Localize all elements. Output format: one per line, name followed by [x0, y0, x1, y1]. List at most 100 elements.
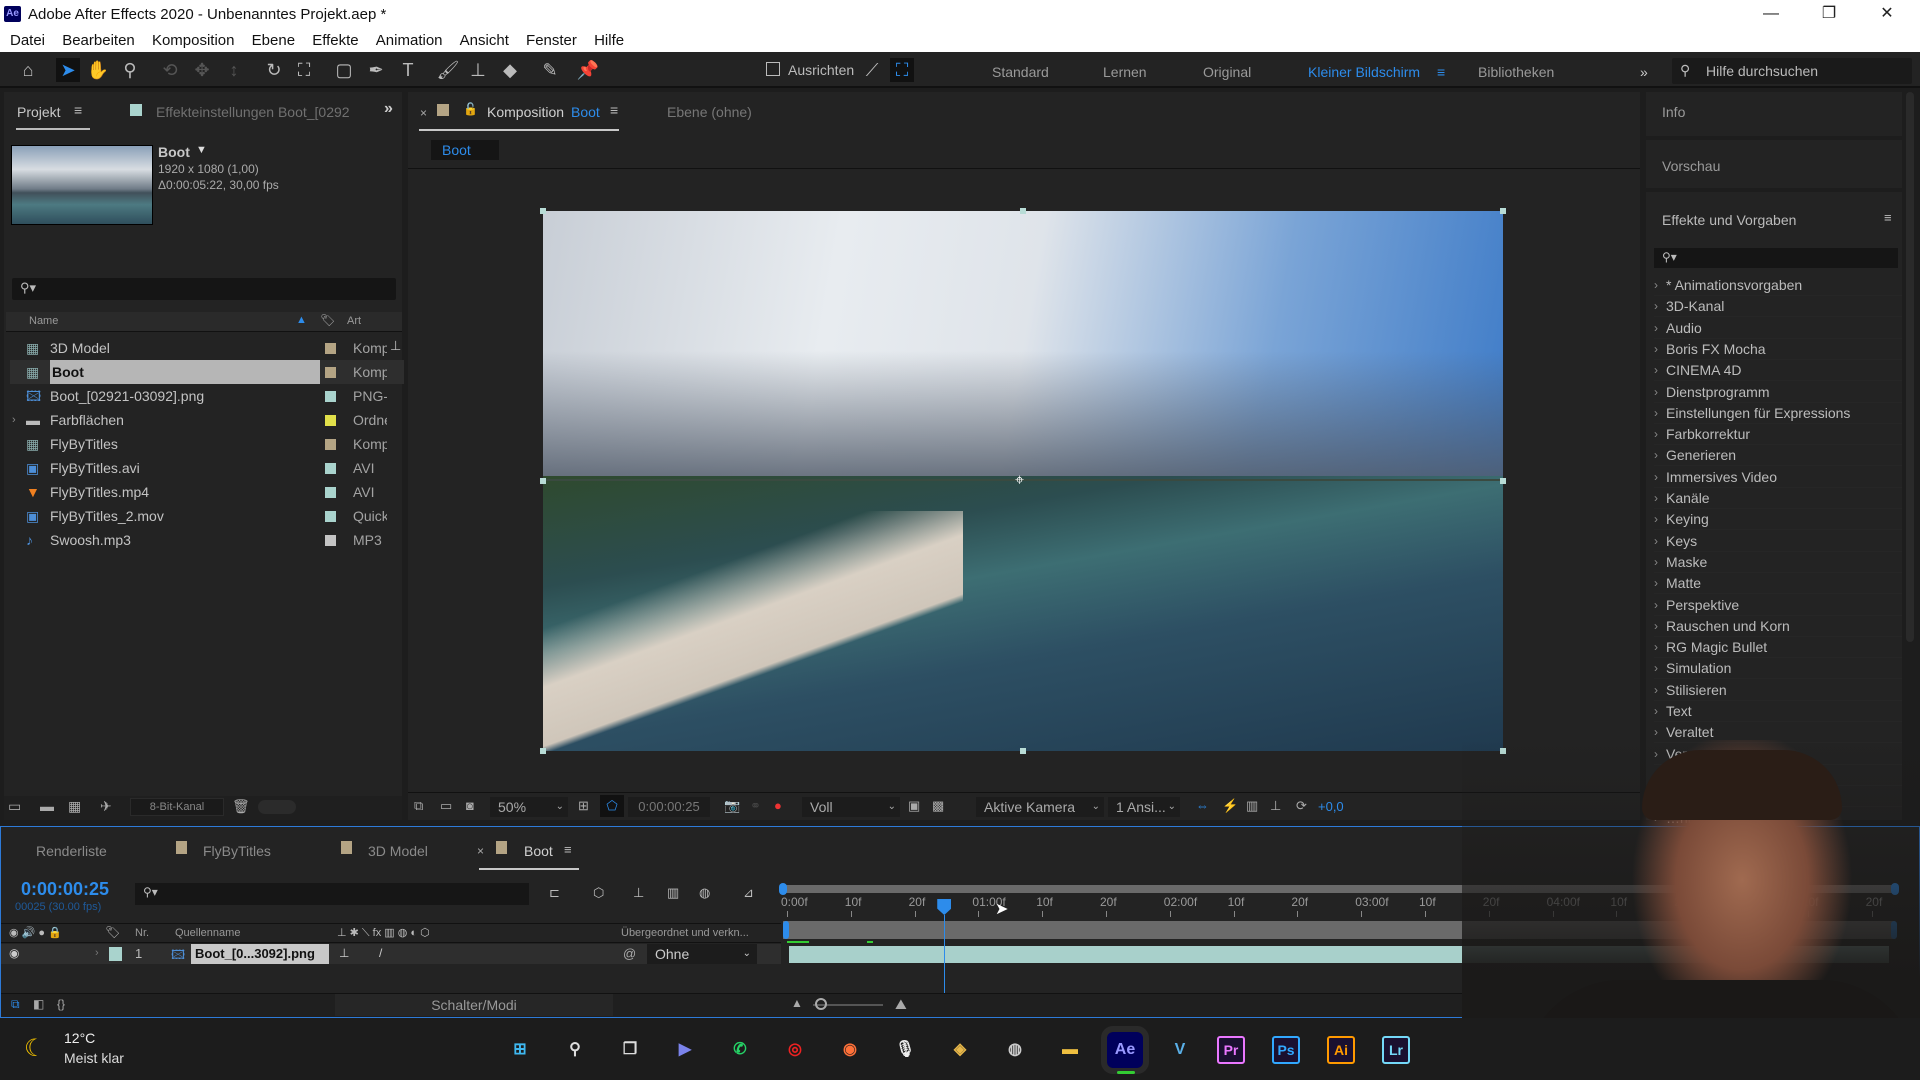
zoom-dropdown[interactable]: 50% ⌄	[490, 797, 568, 817]
menu-bearbeiten[interactable]: Bearbeiten	[52, 30, 135, 49]
image-tool-icon[interactable]: ◈	[942, 1032, 978, 1068]
eraser-icon[interactable]: ◆	[498, 58, 522, 82]
minimize-button[interactable]: —	[1748, 0, 1794, 30]
lock-icon[interactable]: 🔓	[463, 102, 478, 116]
pen-tool-icon[interactable]: ✒	[364, 58, 388, 82]
sort-ascending-icon[interactable]: ▲	[296, 314, 307, 326]
pick-whip-icon[interactable]: @	[623, 946, 636, 961]
av-switches-icons[interactable]: ◉ 🔊 ● 🔒	[9, 926, 62, 939]
red-app-icon[interactable]: ◎	[777, 1032, 813, 1068]
navigator-start-handle[interactable]	[779, 883, 787, 895]
zoom-out-icon[interactable]: ▲	[791, 996, 803, 1010]
teams-chat-icon[interactable]: ▶	[667, 1032, 703, 1068]
project-item[interactable]: ▣ FlyByTitles_2.mov QuickTime	[10, 504, 404, 528]
views-dropdown[interactable]: 1 Ansi... ⌄	[1108, 797, 1180, 817]
roto-brush-icon[interactable]: ✎	[538, 58, 562, 82]
bit-depth-button[interactable]: 8-Bit-Kanal	[130, 798, 224, 816]
effects-category[interactable]: › Audio	[1654, 318, 1902, 339]
fast-preview-icon[interactable]: ⚡	[1222, 798, 1238, 814]
rotate-tool-icon[interactable]: ↻	[262, 58, 286, 82]
effects-category[interactable]: › Generieren	[1654, 445, 1902, 467]
project-item[interactable]: ▦ Boot Komposition	[10, 360, 404, 384]
tab-komposition[interactable]: Komposition	[487, 104, 564, 120]
layer-switches-icons[interactable]: ⊥ ✱ ⟍ fx ▥ ◍ ◐ ⬡	[337, 926, 430, 940]
flowchart-icon[interactable]: ⊥	[1270, 798, 1281, 814]
panel-overflow-icon[interactable]: »	[384, 100, 393, 118]
snap-target-icon[interactable]: ⛶	[890, 58, 914, 82]
reset-exposure-icon[interactable]: ⟳	[1296, 798, 1307, 814]
menu-effekte[interactable]: Effekte	[302, 30, 358, 49]
effects-category[interactable]: › * Animationsvorgaben	[1654, 275, 1902, 296]
toggle-pixel-aspect-icon[interactable]: ⇔	[1196, 798, 1209, 813]
tab-3d-model[interactable]: 3D Model	[368, 843, 428, 859]
vr-icon[interactable]: ◙	[466, 798, 474, 813]
effects-scrollbar[interactable]	[1906, 92, 1914, 642]
file-explorer-icon[interactable]: ▬	[1052, 1032, 1088, 1068]
premiere-icon[interactable]: Pr	[1217, 1036, 1245, 1064]
zoom-in-icon[interactable]: ⛰	[895, 996, 907, 1013]
visibility-eye-icon[interactable]: ◉	[9, 946, 19, 960]
project-search-input[interactable]	[12, 278, 396, 300]
weather-moon-icon[interactable]: ☾	[24, 1034, 46, 1063]
menu-hilfe[interactable]: Hilfe	[584, 30, 624, 49]
effects-category[interactable]: › Keys	[1654, 531, 1902, 552]
help-search-input[interactable]: Hilfe durchsuchen	[1672, 58, 1912, 84]
search-icon[interactable]: ⚲	[557, 1032, 593, 1068]
label-color[interactable]	[325, 535, 336, 546]
workspace-original[interactable]: Original	[1203, 64, 1251, 80]
draft-3d-icon[interactable]: ⬡	[593, 885, 604, 901]
layer-row[interactable]: ◉ › 1 🖾 Boot_[0...3092].png ⊥ / @ Ohne ⌄	[1, 944, 781, 964]
label-tag-icon[interactable]: 🏷	[320, 313, 335, 327]
work-area-start[interactable]	[783, 921, 789, 939]
panel-menu-icon[interactable]: ≡	[564, 842, 572, 857]
panel-menu-icon[interactable]: ≡	[74, 102, 82, 118]
selection-tool-icon[interactable]: ➤	[56, 58, 80, 82]
effects-search-input[interactable]	[1654, 248, 1898, 268]
expand-arrow-icon[interactable]: ›	[95, 947, 99, 959]
obs-icon[interactable]: ◍	[997, 1032, 1033, 1068]
label-color[interactable]	[325, 511, 336, 522]
text-tool-icon[interactable]: T	[396, 58, 420, 82]
project-item[interactable]: ♪ Swoosh.mp3 MP3	[10, 528, 404, 552]
exposure-value[interactable]: +0,0	[1318, 799, 1344, 814]
graph-editor-icon[interactable]: ⊿	[743, 885, 754, 901]
microphone-icon[interactable]: 🎙	[887, 1032, 923, 1068]
anchor-point-icon[interactable]: ⌖	[1015, 472, 1024, 490]
tab-comp-name[interactable]: Boot	[571, 104, 600, 120]
rectangle-tool-icon[interactable]: ▢	[332, 58, 356, 82]
effects-category[interactable]: › Keying	[1654, 509, 1902, 531]
timeline-zoom-thumb[interactable]	[815, 998, 827, 1010]
clone-stamp-icon[interactable]: ⊥	[466, 58, 490, 82]
effects-category[interactable]: › Farbkorrektur	[1654, 424, 1902, 446]
anchor-point-tool-icon[interactable]: ⛶	[292, 58, 316, 82]
interpret-footage-icon[interactable]: ▭	[8, 798, 21, 815]
zoom-tool-icon[interactable]: ⚲	[118, 58, 142, 82]
menu-ebene[interactable]: Ebene	[242, 30, 295, 49]
current-time-field[interactable]: 0:00:00:25	[628, 797, 710, 817]
orbit-camera-icon[interactable]: ⟲	[158, 58, 182, 82]
windows-start-icon[interactable]: ⊞	[502, 1032, 538, 1068]
workspace-lernen[interactable]: Lernen	[1103, 64, 1147, 80]
close-button[interactable]: ✕	[1864, 0, 1910, 30]
preview-panel-title[interactable]: Vorschau	[1662, 158, 1720, 174]
lightroom-icon[interactable]: Lr	[1382, 1036, 1410, 1064]
resolution-dropdown[interactable]: Voll ⌄	[802, 797, 900, 817]
region-of-interest-icon[interactable]: ▣	[908, 798, 920, 814]
menu-datei[interactable]: Datei	[0, 30, 45, 49]
transform-handle[interactable]	[1020, 748, 1026, 754]
project-item[interactable]: ▦ 3D Model Komposition	[10, 336, 404, 360]
label-color[interactable]	[325, 487, 336, 498]
expand-arrow-icon[interactable]: ›	[12, 408, 16, 432]
label-color[interactable]	[325, 463, 336, 474]
tab-effekteinstellungen[interactable]: Effekteinstellungen Boot_[0292	[156, 104, 356, 120]
restore-button[interactable]: ❐	[1806, 0, 1852, 30]
puppet-pin-icon[interactable]: 📌	[576, 58, 600, 82]
frame-blending-icon[interactable]: ▥	[667, 885, 679, 901]
snapshot-icon[interactable]: 📷	[724, 798, 740, 814]
menu-animation[interactable]: Animation	[366, 30, 443, 49]
shy-layers-icon[interactable]: ⊥	[633, 885, 644, 901]
weather-temp[interactable]: 12°C	[64, 1030, 95, 1046]
snap-checkbox[interactable]	[766, 62, 780, 76]
effects-category[interactable]: › Rauschen und Korn	[1654, 616, 1902, 637]
comp-flowchart-icon[interactable]: ⊏	[549, 885, 560, 901]
